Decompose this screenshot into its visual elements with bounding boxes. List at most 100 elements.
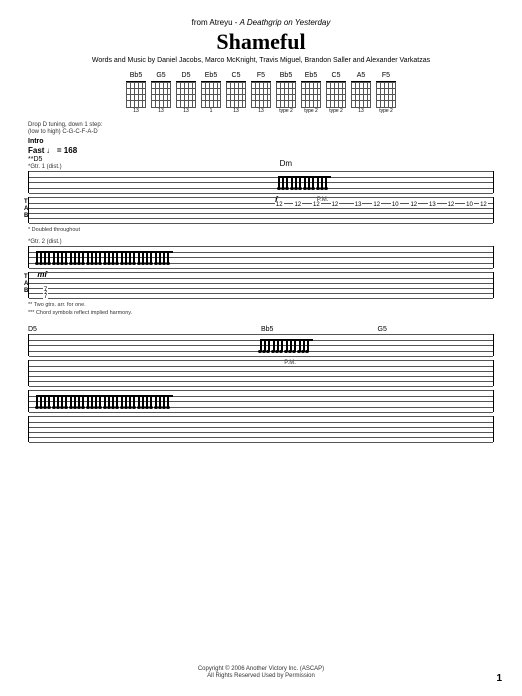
copyright-line: All Rights Reserved Used by Permission [0, 673, 522, 680]
note-beams-icon [270, 171, 494, 193]
starting-chord: **D5 [28, 156, 494, 163]
tab-number: 13 [354, 202, 363, 208]
tab-number: 12 [372, 202, 381, 208]
tab-lines-icon: 12 12 12 12 13 12 10 12 13 12 10 12 [28, 197, 494, 223]
chord-symbol: Bb5 [261, 326, 378, 333]
chord-diagram: Eb5 type 2 [301, 72, 321, 114]
chord-label: F5 [382, 72, 390, 79]
chord-diagram-row: Bb5 13 G5 13 D5 13 Eb5 1 C5 13 F5 13 [28, 72, 494, 114]
chord-sub: 1 [210, 108, 213, 114]
tab-number: 7 [43, 294, 48, 300]
fretboard-icon [351, 81, 371, 107]
tuning-note: Drop D tuning, down 1 step: (low to high… [28, 122, 494, 136]
note-beams-icon [28, 390, 494, 412]
chord-diagram: F5 type 2 [376, 72, 396, 114]
staff: mf [28, 246, 494, 268]
chord-label: Eb5 [205, 72, 217, 79]
chord-sub: 13 [133, 108, 139, 114]
fretboard-icon [326, 81, 346, 107]
chord-symbol: G5 [378, 326, 495, 333]
chord-label: Bb5 [280, 72, 292, 79]
staff: P.M. [28, 334, 494, 356]
tab-lines-icon [28, 360, 494, 386]
chord-label: F5 [257, 72, 265, 79]
tablature [28, 416, 494, 442]
tab-number: 12 [293, 202, 302, 208]
song-title: Shameful [28, 29, 494, 55]
tuning-line: Drop D tuning, down 1 step: [28, 122, 494, 129]
copyright-line: Copyright © 2006 Another Victory Inc. (A… [0, 666, 522, 673]
chord-diagram: C5 type 2 [326, 72, 346, 114]
notation-system: *Gtr. 1 (dist.) Dm f P.M. T A B 12 12 12… [28, 164, 494, 316]
chord-label: D5 [182, 72, 191, 79]
chord-sub: type 2 [329, 108, 343, 114]
fretboard-icon [176, 81, 196, 107]
copyright-footer: Copyright © 2006 Another Victory Inc. (A… [0, 666, 522, 680]
composers: Words and Music by Daniel Jacobs, Marco … [28, 57, 494, 64]
source-line: from Atreyu - A Deathgrip on Yesterday [28, 18, 494, 27]
chord-symbol: D5 [28, 326, 261, 333]
tablature: T A B 12 12 12 12 13 12 10 12 13 12 10 1… [28, 197, 494, 223]
tab-number: 12 [409, 202, 418, 208]
fretboard-icon [226, 81, 246, 107]
footnote: *** Chord symbols reflect implied harmon… [28, 310, 494, 316]
instrument-label: *Gtr. 1 (dist.) [28, 164, 494, 170]
chord-diagram: Bb5 type 2 [276, 72, 296, 114]
tab-number: 12 [331, 202, 340, 208]
chord-sub: type 2 [304, 108, 318, 114]
chord-diagram: C5 13 [226, 72, 246, 114]
fretboard-icon [276, 81, 296, 107]
staff: Dm f P.M. [28, 171, 494, 193]
tab-number: 12 [479, 202, 488, 208]
staff [28, 390, 494, 412]
chord-symbol: Dm [280, 159, 292, 168]
tab-number: 12 [275, 202, 284, 208]
chord-sub: 13 [158, 108, 164, 114]
tab-lines-icon [28, 416, 494, 442]
tuning-line: (low to high) C-G-C-F-A-D [28, 129, 494, 136]
chord-sub: 13 [258, 108, 264, 114]
chord-diagram: A5 13 [351, 72, 371, 114]
chord-label: G5 [156, 72, 165, 79]
tempo-marking: Fast ♩ = 168 [28, 146, 494, 155]
fretboard-icon [126, 81, 146, 107]
chord-row: D5 Bb5 G5 [28, 326, 494, 333]
page-number: 1 [496, 673, 502, 684]
instrument-label: *Gtr. 2 (dist.) [28, 239, 494, 245]
chord-label: A5 [357, 72, 366, 79]
chord-diagram: Eb5 1 [201, 72, 221, 114]
fretboard-icon [376, 81, 396, 107]
section-label: Intro [28, 138, 494, 145]
chord-diagram: G5 13 [151, 72, 171, 114]
tablature: T A B 7 7 7 [28, 272, 494, 298]
chord-label: Bb5 [130, 72, 142, 79]
chord-label: Eb5 [305, 72, 317, 79]
note-beams-icon [28, 246, 494, 268]
tab-lines-icon: 7 7 7 [28, 272, 494, 298]
album-title: A Deathgrip on Yesterday [240, 18, 331, 27]
tab-number: 13 [428, 202, 437, 208]
chord-diagram: Bb5 13 [126, 72, 146, 114]
notation-system: D5 Bb5 G5 P.M. [28, 326, 494, 442]
fretboard-icon [201, 81, 221, 107]
chord-sub: 13 [183, 108, 189, 114]
chord-sub: type 2 [379, 108, 393, 114]
chord-sub: 13 [233, 108, 239, 114]
fretboard-icon [151, 81, 171, 107]
chord-sub: 13 [358, 108, 364, 114]
footnote: * Doubled throughout [28, 227, 494, 233]
source-prefix: from Atreyu - [192, 18, 240, 27]
fretboard-icon [301, 81, 321, 107]
footnote: ** Two gtrs. arr. for one. [28, 302, 494, 308]
fretboard-icon [251, 81, 271, 107]
tablature [28, 360, 494, 386]
tab-number: 10 [465, 202, 474, 208]
tab-number: 12 [312, 202, 321, 208]
tab-number: 10 [391, 202, 400, 208]
chord-sub: type 2 [279, 108, 293, 114]
chord-label: C5 [232, 72, 241, 79]
chord-diagram: F5 13 [251, 72, 271, 114]
note-beams-icon [252, 334, 494, 356]
chord-label: C5 [332, 72, 341, 79]
tab-number: 12 [447, 202, 456, 208]
